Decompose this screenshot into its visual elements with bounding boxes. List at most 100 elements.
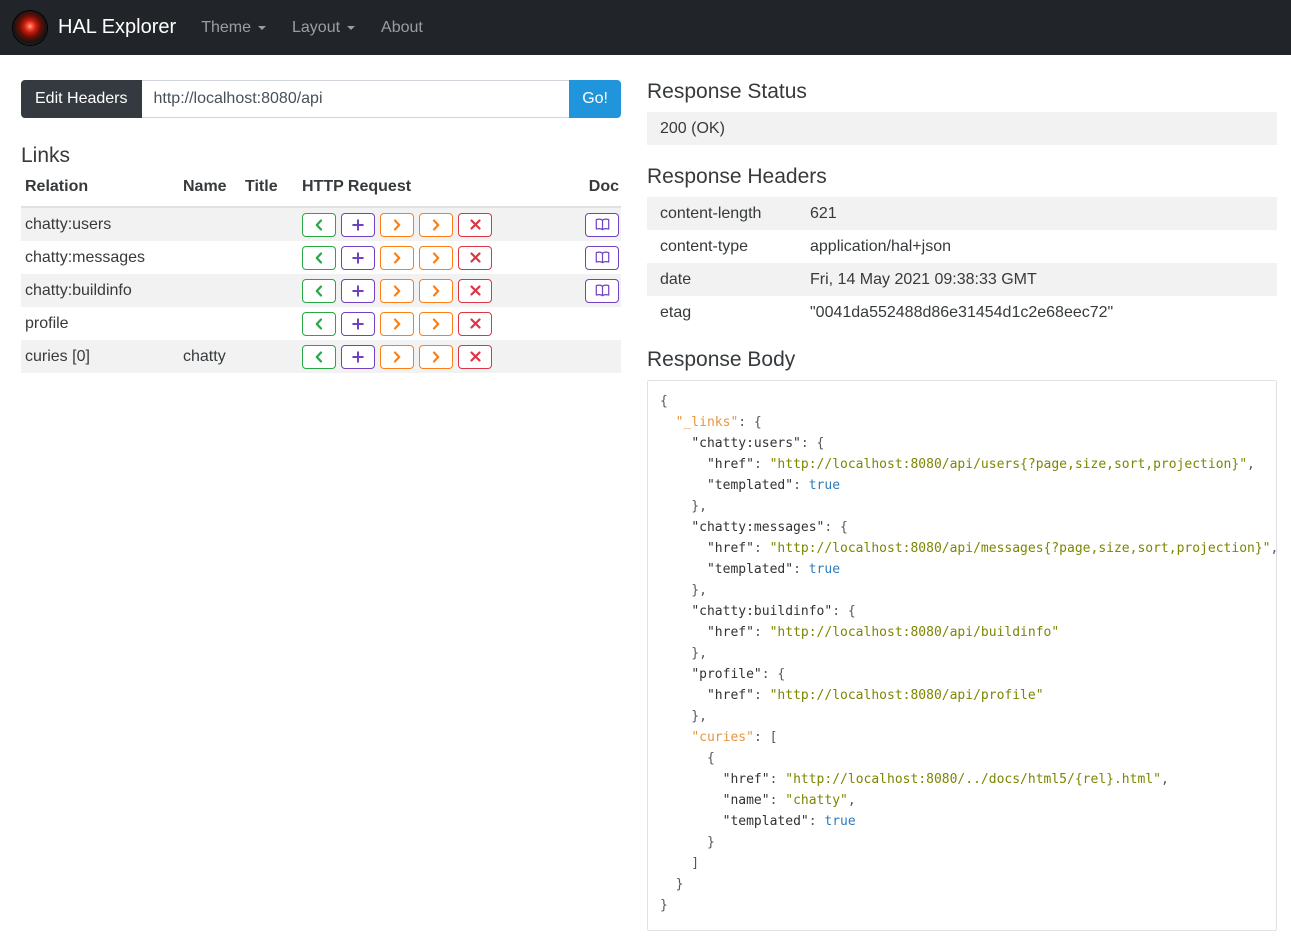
response-header-value: 621 [810,204,837,222]
code-line: "profile": { [691,667,786,682]
response-headers-title: Response Headers [647,165,827,188]
nav-theme-label: Theme [201,18,251,36]
links-table-header: Relation Name Title HTTP Request Doc [21,172,621,208]
response-status-title: Response Status [647,80,807,103]
nav-about-label: About [381,18,423,36]
nav-layout-dropdown[interactable]: Layout [279,0,368,55]
x-icon [469,252,481,263]
patch-request-button[interactable] [419,212,453,237]
delete-request-button[interactable] [458,311,492,336]
go-button[interactable]: Go! [569,80,621,118]
api-url-input[interactable] [141,80,570,118]
put-request-button[interactable] [380,245,414,270]
response-header-name: content-length [660,204,762,222]
http-request-buttons [296,311,575,336]
patch-request-button[interactable] [419,245,453,270]
http-request-buttons [296,344,575,369]
code-line: "templated": true [706,562,841,577]
nav-layout-label: Layout [292,18,341,36]
plus-icon [352,284,364,297]
code-line: "href": "http://localhost:8080/api/messa… [706,541,1279,556]
nav-about-link[interactable]: About [368,0,436,55]
column-header-doc: Doc [588,178,619,195]
put-request-button[interactable] [380,311,414,336]
post-request-button[interactable] [341,311,375,336]
code-line: "chatty:messages": { [691,520,848,535]
get-request-button[interactable] [302,212,336,237]
link-relation: curies [0] [25,347,90,365]
post-request-button[interactable] [341,245,375,270]
links-section-title: Links [21,144,71,167]
chevron-right-icon [392,218,402,231]
put-request-button[interactable] [380,278,414,303]
nav-theme-dropdown[interactable]: Theme [188,0,279,55]
chevron-right-icon [431,317,441,330]
links-table: Relation Name Title HTTP Request Doc cha… [21,172,621,373]
chevron-left-icon [314,251,324,264]
response-header-name: content-type [660,237,749,255]
post-request-button[interactable] [341,212,375,237]
post-request-button[interactable] [341,344,375,369]
code-line: }, [660,709,707,724]
delete-request-button[interactable] [458,245,492,270]
doc-button[interactable] [585,278,619,303]
links-table-row: chatty:buildinfo [21,274,621,307]
delete-request-button[interactable] [458,212,492,237]
patch-request-button[interactable] [419,278,453,303]
plus-icon [352,218,364,231]
code-line: { [660,751,715,766]
get-request-button[interactable] [302,278,336,303]
brand-link[interactable]: HAL Explorer [13,10,176,45]
patch-request-button[interactable] [419,311,453,336]
code-line: "templated": true [706,478,841,493]
x-icon [469,285,481,296]
patch-request-button[interactable] [419,344,453,369]
doc-button[interactable] [585,245,619,270]
code-line: "curies": [ [691,730,778,745]
response-body-title: Response Body [647,348,796,371]
chevron-right-icon [431,350,441,363]
code-line: "_links": { [675,415,762,430]
links-table-row: curies [0] chatty [21,340,621,373]
response-status-value: 200 (OK) [660,119,725,137]
code-line: "name": "chatty", [722,793,856,808]
post-request-button[interactable] [341,278,375,303]
chevron-left-icon [314,218,324,231]
doc-cell [575,278,621,303]
doc-cell [575,245,621,270]
response-body-code: { "_links": { "chatty:users": { "href": … [647,380,1279,931]
response-header-row: etag "0041da552488d86e31454d1c2e68eec72" [647,296,1277,329]
response-headers-table: content-length 621 content-type application… [647,197,1277,329]
http-request-buttons [296,245,575,270]
chevron-right-icon [431,218,441,231]
delete-request-button[interactable] [458,344,492,369]
navbar-menu: Theme Layout About [188,0,436,55]
main-content: Edit Headers Go! Links Relation Name Tit… [0,55,1291,951]
chevron-right-icon [392,251,402,264]
chevron-right-icon [431,251,441,264]
code-line: "chatty:users": { [691,436,825,451]
response-header-value: "0041da552488d86e31454d1c2e68eec72" [810,303,1114,321]
get-request-button[interactable] [302,245,336,270]
put-request-button[interactable] [380,212,414,237]
plus-icon [352,251,364,264]
response-header-name: etag [660,303,692,321]
code-line: }, [660,583,707,598]
x-icon [469,318,481,329]
doc-button[interactable] [585,212,619,237]
response-header-row: content-type application/hal+json [647,230,1277,263]
links-table-row: chatty:users [21,208,621,241]
get-request-button[interactable] [302,344,336,369]
code-line: "href": "http://localhost:8080/api/users… [706,457,1255,472]
caret-down-icon [347,25,356,30]
column-header-http-request: HTTP Request [302,178,412,195]
response-status-bar: 200 (OK) [647,112,1277,145]
delete-request-button[interactable] [458,278,492,303]
edit-headers-button[interactable]: Edit Headers [21,80,142,118]
get-request-button[interactable] [302,311,336,336]
book-icon [595,218,610,231]
put-request-button[interactable] [380,344,414,369]
code-line: } [660,898,668,913]
hal-eye-icon [13,10,47,45]
link-relation: chatty:buildinfo [25,281,132,299]
